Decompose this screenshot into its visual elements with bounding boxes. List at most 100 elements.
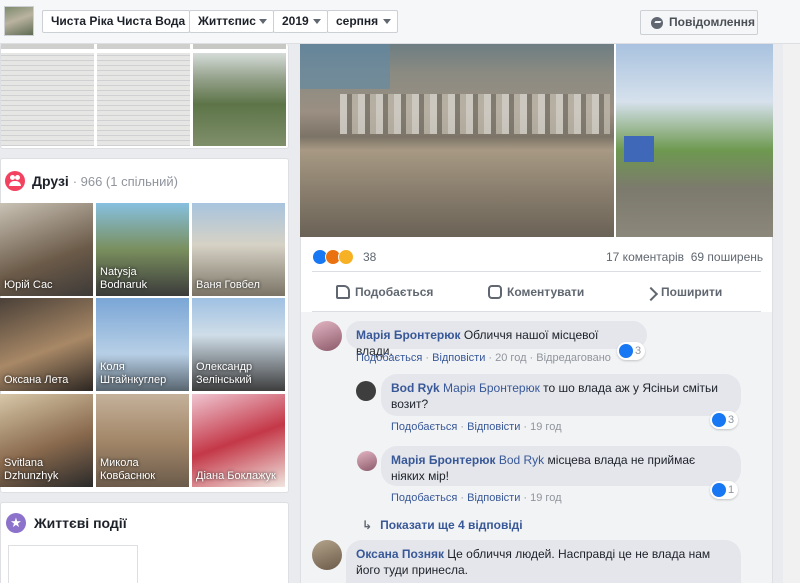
chevron-down-icon: [383, 19, 391, 24]
message-button[interactable]: Повідомлення: [640, 10, 758, 35]
comment-like-link[interactable]: Подобається: [391, 421, 457, 433]
divider: [312, 271, 761, 272]
comment-time[interactable]: 19 год: [530, 421, 561, 433]
photo-thumb-document[interactable]: [97, 53, 190, 146]
page-avatar[interactable]: [4, 6, 34, 36]
friend-tile[interactable]: Svitlana Dzhunzhyk: [0, 394, 93, 487]
section-label: Життєпис: [198, 14, 256, 28]
friend-name: Коля Штайнкуглер: [100, 361, 167, 386]
life-event-placeholder: [8, 545, 138, 583]
avatar[interactable]: [356, 381, 376, 401]
comment-like-count[interactable]: 3: [710, 411, 739, 429]
photos-card: [0, 44, 289, 149]
avatar[interactable]: [357, 451, 377, 471]
comment-bubble: Оксана Позняк Це обличчя людей. Насправд…: [346, 540, 741, 583]
like-count-value: 3: [635, 345, 642, 357]
friends-icon: [5, 171, 25, 191]
comment-like-count[interactable]: 1: [710, 481, 739, 499]
friends-title-label: Друзі: [32, 173, 69, 189]
friend-tile[interactable]: Олександр Зелінський: [192, 298, 285, 391]
friend-tile[interactable]: Коля Штайнкуглер: [96, 298, 189, 391]
comment-text: то шо влада аж у Ясіньи смітьи возит?: [391, 381, 718, 411]
friends-title[interactable]: Друзі · 966 (1 спільний): [32, 173, 178, 189]
like-button-label: Подобається: [355, 285, 434, 299]
breadcrumb-page-name[interactable]: Чиста Ріка Чиста Вода: [42, 10, 190, 33]
comment-author[interactable]: Марія Бронтерюк: [391, 453, 495, 467]
comment-author[interactable]: Bod Ryk: [391, 381, 440, 395]
message-button-label: Повідомлення: [669, 15, 755, 29]
breadcrumb-month-select[interactable]: серпня: [327, 10, 398, 33]
comment-reply-link[interactable]: Відповісти: [467, 492, 520, 504]
friend-tile[interactable]: Natysja Bodnaruk: [96, 203, 189, 296]
comment-bubble: Марія Бронтерюк Bod Ryk місцева влада не…: [381, 446, 741, 486]
post-photo-village[interactable]: [616, 44, 773, 237]
year-label: 2019: [282, 14, 309, 28]
photo-thumb[interactable]: [1, 44, 94, 49]
comment-reply-link[interactable]: Відповісти: [467, 421, 520, 433]
comment-button-label: Коментувати: [507, 285, 585, 299]
scrollbar[interactable]: [783, 44, 800, 583]
friend-tile[interactable]: Ваня Говбел: [192, 203, 285, 296]
friend-name: Микола Ковбаснюк: [100, 457, 156, 482]
comment-bubble: Марія Бронтерюк Обличчя нашої місцевої в…: [346, 321, 647, 358]
comment-edited[interactable]: Відредаговано: [536, 352, 611, 364]
comment-like-link[interactable]: Подобається: [356, 352, 422, 364]
photo-thumb[interactable]: [97, 44, 190, 49]
share-button-label: Поширити: [661, 285, 723, 299]
post-photo-garbage-pile[interactable]: [300, 44, 614, 237]
like-count-value: 3: [728, 414, 735, 426]
friend-name: Ваня Говбел: [196, 279, 260, 291]
photo-thumb[interactable]: [193, 44, 286, 49]
comment-author[interactable]: Оксана Позняк: [356, 547, 444, 561]
avatar[interactable]: [312, 321, 342, 351]
reply-arrow-icon: ↳: [362, 518, 373, 532]
photo-thumb-document[interactable]: [1, 53, 94, 146]
chevron-down-icon: [259, 19, 267, 24]
page-name-label: Чиста Ріка Чиста Вода: [51, 14, 186, 28]
comment-meta: Подобається · Відповісти · 19 год: [391, 421, 562, 433]
month-label: серпня: [336, 14, 379, 28]
friend-name: Svitlana Dzhunzhyk: [4, 457, 59, 482]
comment-time[interactable]: 20 год: [495, 352, 526, 364]
friend-name: Оксана Лета: [4, 374, 69, 386]
like-button[interactable]: Подобається: [336, 285, 433, 299]
breadcrumb-section-select[interactable]: Життєпис: [189, 10, 274, 33]
like-count-value: 1: [728, 484, 735, 496]
comment-meta: Подобається · Відповісти · 20 год · Відр…: [356, 352, 611, 364]
friend-tile[interactable]: Юрій Сас: [0, 203, 93, 296]
comment-like-count[interactable]: 3: [617, 342, 646, 360]
post-stats: 17 коментарів 69 поширень: [606, 250, 763, 264]
life-events-title[interactable]: Життєві події: [34, 515, 127, 531]
friends-count: · 966 (1 спільний): [72, 174, 178, 189]
comment-reply-link[interactable]: Відповісти: [432, 352, 485, 364]
share-button[interactable]: Поширити: [643, 285, 723, 302]
show-more-replies-link[interactable]: ↳ Показати ще 4 відповіді: [362, 518, 523, 532]
friend-tile[interactable]: Діана Боклажук: [192, 394, 285, 487]
comment-bubble: Bod Ryk Марія Бронтерюк то шо влада аж у…: [381, 374, 741, 416]
reaction-count: 38: [363, 250, 377, 264]
messenger-icon: [651, 17, 663, 29]
star-icon: ★: [6, 513, 26, 533]
shares-count[interactable]: 69 поширень: [691, 250, 763, 264]
avatar[interactable]: [312, 540, 342, 570]
friend-name: Natysja Bodnaruk: [100, 266, 148, 291]
friend-tile[interactable]: Микола Ковбаснюк: [96, 394, 189, 487]
friend-tile[interactable]: Оксана Лета: [0, 298, 93, 391]
comment-bubble-icon: [488, 285, 502, 299]
chevron-down-icon: [313, 19, 321, 24]
friend-name: Олександр Зелінський: [196, 361, 253, 386]
comments-count[interactable]: 17 коментарів: [606, 250, 684, 264]
comment-author[interactable]: Марія Бронтерюк: [356, 328, 460, 342]
comment-button[interactable]: Коментувати: [488, 285, 584, 299]
comment-mention[interactable]: Марія Бронтерюк: [443, 381, 540, 395]
comment-time[interactable]: 19 год: [530, 492, 561, 504]
thumbs-up-icon: [336, 285, 350, 299]
comment-like-link[interactable]: Подобається: [391, 492, 457, 504]
comment-meta: Подобається · Відповісти · 19 год: [391, 492, 562, 504]
comment-mention[interactable]: Bod Ryk: [499, 453, 544, 467]
friend-name: Юрій Сас: [4, 279, 53, 291]
friend-name: Діана Боклажук: [196, 470, 276, 482]
breadcrumb-year-select[interactable]: 2019: [273, 10, 328, 33]
photo-thumb-river[interactable]: [193, 53, 286, 146]
share-arrow-icon: [643, 286, 659, 302]
